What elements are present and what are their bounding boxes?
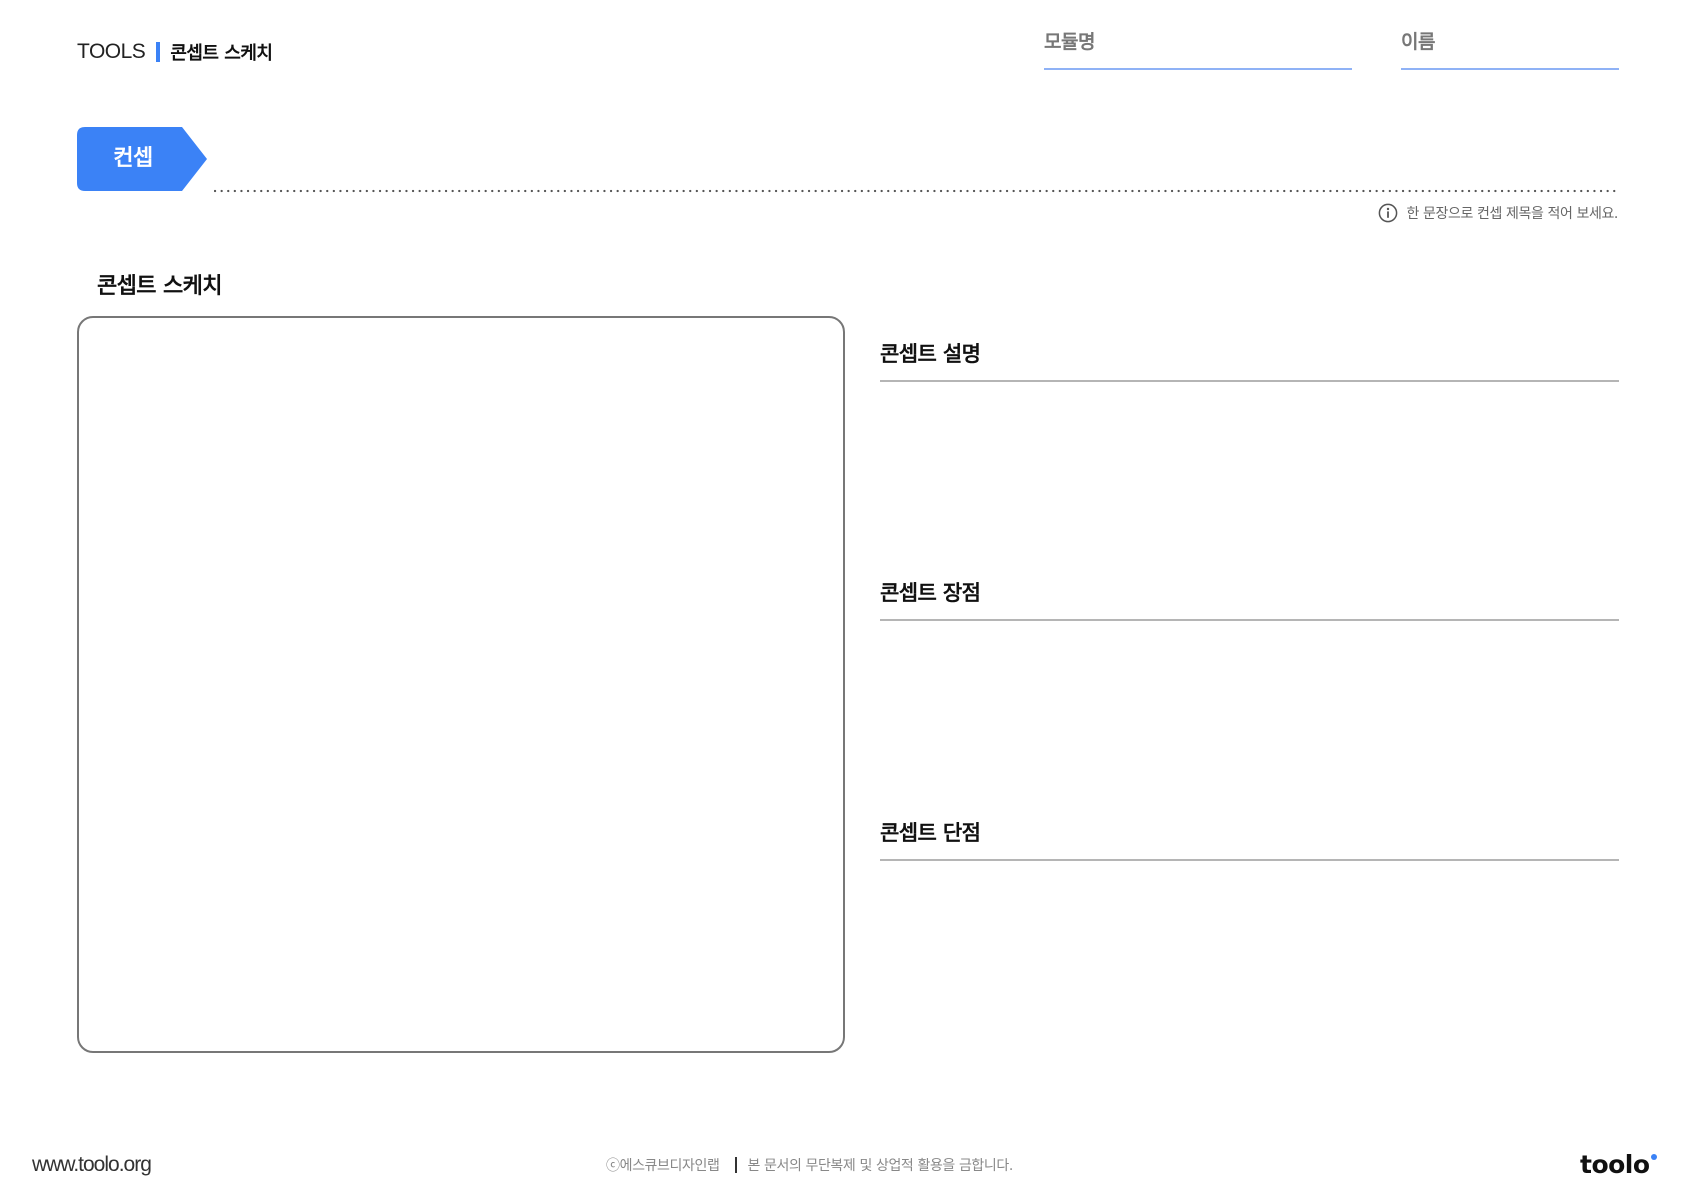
concept-cons-section[interactable]: 콘셉트 단점	[880, 803, 1619, 861]
name-label: 이름	[1401, 31, 1435, 53]
brand-header: TOOLS 콘셉트 스케치	[77, 38, 273, 66]
concept-hint-text: 한 문장으로 컨셉 제목을 적어 보세요.	[1406, 206, 1618, 222]
concept-title-input[interactable]	[214, 189, 1620, 193]
brand-tools: TOOLS	[77, 40, 146, 63]
page-title: 콘셉트 스케치	[170, 43, 273, 64]
module-name-label: 모듈명	[1044, 31, 1095, 53]
concept-description-section[interactable]: 콘셉트 설명	[880, 324, 1619, 382]
copyright-text: ⓒ에스큐브디자인랩	[606, 1158, 720, 1174]
brand-divider	[156, 42, 161, 62]
concept-tag-label: 컨셉	[113, 146, 153, 171]
concept-pros-title: 콘셉트 장점	[880, 581, 981, 605]
concept-description-title: 콘셉트 설명	[880, 342, 981, 366]
concept-cons-title: 콘셉트 단점	[880, 821, 981, 845]
footer-copyright: ⓒ에스큐브디자인랩 본 문서의 무단복제 및 상업적 활용을 금합니다.	[606, 1155, 1013, 1175]
name-field[interactable]: 이름	[1401, 28, 1619, 70]
info-icon	[1379, 203, 1398, 223]
module-name-field[interactable]: 모듈명	[1044, 28, 1352, 70]
sketch-heading: 콘셉트 스케치	[97, 274, 223, 299]
toolo-logo: toolo	[1580, 1150, 1657, 1179]
concept-pros-section[interactable]: 콘셉트 장점	[880, 563, 1619, 621]
logo-text: toolo	[1580, 1150, 1650, 1179]
logo-dot	[1650, 1154, 1657, 1160]
copyright-notice: 본 문서의 무단복제 및 상업적 활용을 금합니다.	[747, 1158, 1013, 1174]
concept-tag: 컨셉	[77, 127, 207, 191]
sketch-area[interactable]	[77, 316, 845, 1053]
footer-url[interactable]: www.toolo.org	[32, 1153, 152, 1177]
concept-hint: 한 문장으로 컨셉 제목을 적어 보세요.	[1378, 202, 1618, 224]
footer-divider	[735, 1157, 738, 1173]
